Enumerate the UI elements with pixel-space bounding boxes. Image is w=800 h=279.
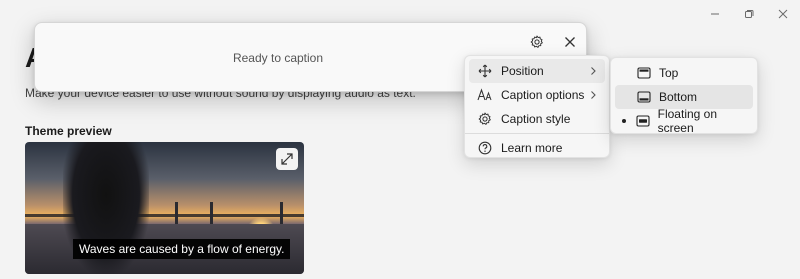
position-submenu: Top Bottom Floating on screen: [610, 57, 758, 135]
submenu-item-label: Top: [659, 66, 679, 80]
menu-item-learn-more[interactable]: Learn more: [469, 136, 605, 160]
menu-separator: [465, 133, 609, 134]
close-icon: [565, 37, 575, 47]
menu-item-label: Position: [501, 64, 544, 78]
expand-icon: [281, 153, 293, 165]
expand-preview-button[interactable]: [276, 148, 298, 170]
submenu-item-bottom[interactable]: Bottom: [615, 85, 753, 109]
help-icon: [469, 141, 501, 155]
caption-options-icon: [469, 88, 501, 102]
captions-close-button[interactable]: [554, 27, 586, 57]
preview-caption-text: Waves are caused by a flow of energy.: [73, 239, 291, 259]
selected-dot-icon: [615, 118, 632, 124]
theme-preview-title: Theme preview: [25, 124, 112, 138]
restore-icon[interactable]: [732, 0, 766, 28]
submenu-item-label: Bottom: [659, 90, 698, 104]
menu-item-label: Caption options: [501, 88, 585, 102]
gear-icon: [530, 35, 543, 48]
window-close-icon[interactable]: [766, 0, 800, 28]
window-controls: [698, 0, 800, 28]
chevron-right-icon: [589, 65, 597, 79]
position-bottom-icon: [633, 91, 655, 103]
menu-item-label: Caption style: [501, 112, 571, 126]
submenu-item-top[interactable]: Top: [615, 61, 753, 85]
chevron-right-icon: [589, 89, 597, 103]
submenu-item-floating[interactable]: Floating on screen: [615, 107, 753, 135]
menu-item-caption-style[interactable]: Caption style: [469, 107, 605, 131]
captions-settings-menu: Position Caption options Caption style L…: [464, 55, 610, 158]
position-floating-icon: [632, 115, 653, 127]
menu-item-label: Learn more: [501, 141, 563, 155]
position-top-icon: [633, 67, 655, 79]
captions-settings-button[interactable]: [521, 27, 553, 57]
menu-item-caption-options[interactable]: Caption options: [469, 83, 605, 107]
theme-preview-image: Waves are caused by a flow of energy.: [25, 142, 304, 274]
gear-icon: [469, 112, 501, 126]
minimize-icon[interactable]: [698, 0, 732, 28]
submenu-item-label: Floating on screen: [657, 107, 718, 135]
menu-item-position[interactable]: Position: [469, 59, 605, 83]
caption-status: Ready to caption: [232, 51, 324, 65]
move-icon: [469, 64, 501, 78]
